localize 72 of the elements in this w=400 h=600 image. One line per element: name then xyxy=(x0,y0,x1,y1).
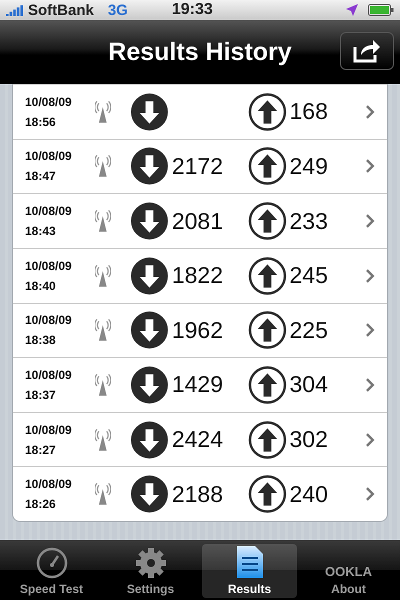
result-time: 18:56 xyxy=(25,114,57,129)
antenna-icon xyxy=(94,483,111,506)
result-time: 18:38 xyxy=(25,333,57,348)
result-date: 10/08/09 xyxy=(25,477,73,492)
chevron-icon xyxy=(365,214,376,228)
result-date: 10/08/09 xyxy=(25,94,73,109)
tab-item[interactable]: Settings xyxy=(103,544,198,598)
chevron-icon xyxy=(365,378,376,392)
antenna-icon xyxy=(94,210,111,232)
result-row[interactable]: 10/08/09 18:43 2081 233 xyxy=(13,193,387,248)
chevron-icon xyxy=(365,487,376,502)
upload-speed: 245 xyxy=(290,262,329,290)
upload-speed: 168 xyxy=(290,98,329,126)
battery-icon xyxy=(368,4,394,16)
result-date: 10/08/09 xyxy=(25,368,73,382)
tab-item[interactable]: Results xyxy=(202,544,297,598)
result-time: 18:27 xyxy=(25,442,57,457)
result-time: 18:40 xyxy=(25,278,57,293)
upload-speed: 233 xyxy=(290,208,329,235)
upload-speed: 225 xyxy=(290,316,329,344)
chevron-icon xyxy=(365,268,376,283)
antenna-icon xyxy=(94,155,111,178)
result-row[interactable]: 10/08/09 18:56 168 xyxy=(13,84,387,139)
result-date: 10/08/09 xyxy=(25,149,73,164)
location-icon xyxy=(346,4,358,16)
chevron-icon xyxy=(365,104,376,119)
result-row[interactable]: 10/08/09 18:40 1822 245 xyxy=(13,248,387,302)
result-time: 18:47 xyxy=(25,169,57,184)
screen-title: Results History xyxy=(108,38,292,66)
signal-icon xyxy=(6,4,24,16)
upload-speed: 302 xyxy=(290,426,329,454)
download-speed: 2172 xyxy=(172,152,224,180)
clock: 19:33 xyxy=(172,1,213,19)
result-time: 18:26 xyxy=(25,497,57,512)
antenna-icon xyxy=(94,100,111,123)
download-speed: 1429 xyxy=(172,371,224,398)
result-date: 10/08/09 xyxy=(25,422,73,437)
result-row[interactable]: 10/08/09 18:27 2424 302 xyxy=(13,412,387,466)
antenna-icon xyxy=(94,264,111,287)
download-speed: 2188 xyxy=(172,480,224,508)
tab-item[interactable]: OOKLA About xyxy=(301,544,396,598)
network-type: 3G xyxy=(108,2,128,18)
result-row[interactable]: 10/08/09 18:38 1962 225 xyxy=(13,302,387,358)
chevron-icon xyxy=(365,323,376,338)
result-time: 18:37 xyxy=(25,388,57,402)
antenna-icon xyxy=(94,428,111,451)
result-date: 10/08/09 xyxy=(25,204,73,218)
result-date: 10/08/09 xyxy=(25,258,73,273)
share-button[interactable] xyxy=(340,32,394,70)
share-icon xyxy=(353,39,381,63)
upload-speed: 249 xyxy=(290,152,329,180)
logo-text: OOKLA xyxy=(325,564,372,579)
result-row[interactable]: 10/08/09 18:47 2172 249 xyxy=(13,138,387,194)
download-speed: 1962 xyxy=(172,316,224,344)
download-speed: 2424 xyxy=(172,426,224,454)
upload-speed: 304 xyxy=(290,371,329,398)
result-date: 10/08/09 xyxy=(25,313,73,328)
result-row[interactable]: 10/08/09 18:37 1429 304 xyxy=(13,357,387,412)
result-row[interactable]: 10/08/09 18:26 2188 240 xyxy=(13,466,387,521)
antenna-icon xyxy=(94,319,111,342)
antenna-icon xyxy=(94,374,111,396)
gauge-icon xyxy=(36,547,68,579)
download-speed: 2081 xyxy=(172,208,224,235)
tab-item[interactable]: Speed Test xyxy=(4,544,99,598)
gear-icon xyxy=(134,547,166,579)
chevron-icon xyxy=(365,432,376,447)
download-speed: 1822 xyxy=(172,262,224,290)
carrier-name: SoftBank xyxy=(28,2,94,18)
result-time: 18:43 xyxy=(25,224,57,238)
upload-speed: 240 xyxy=(290,480,329,508)
document-icon xyxy=(236,545,264,579)
chevron-icon xyxy=(365,159,376,174)
